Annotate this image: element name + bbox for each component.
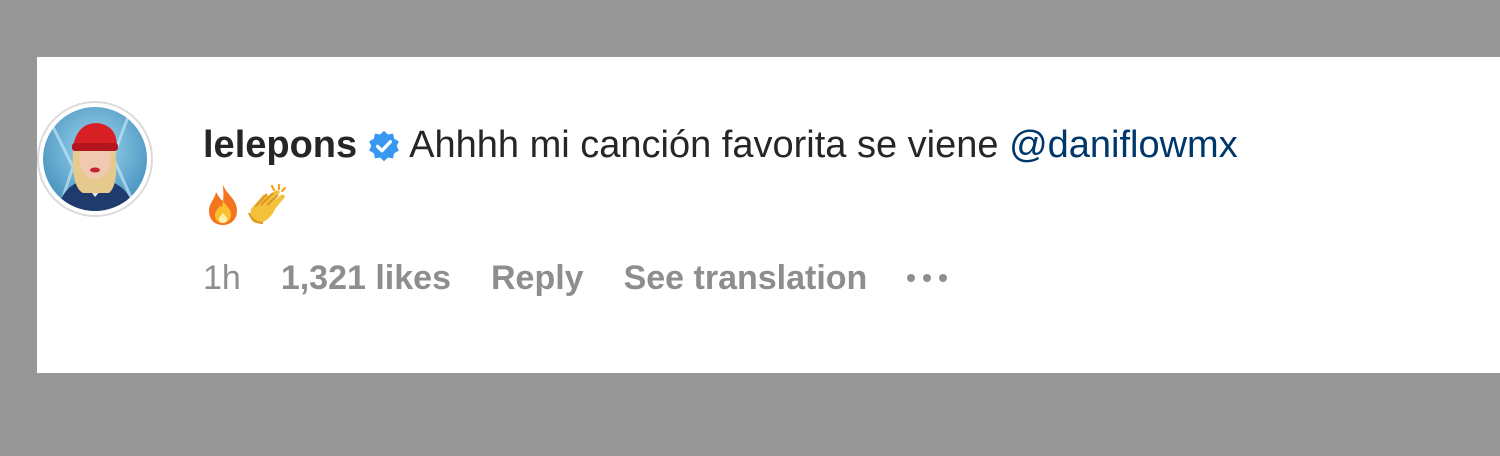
- more-options-icon[interactable]: [907, 274, 948, 282]
- comment-card: lelepons Ahhhh mi canción favorita se vi…: [37, 57, 1500, 373]
- more-dot-3: [939, 274, 948, 282]
- more-dot-2: [923, 274, 932, 282]
- comment-body: lelepons Ahhhh mi canción favorita se vi…: [203, 117, 1493, 243]
- profile-picture: [43, 107, 147, 211]
- comment-text: Ahhhh mi canción favorita se viene: [409, 124, 999, 166]
- avatar[interactable]: [37, 101, 153, 217]
- more-dot-1: [907, 274, 916, 282]
- mention-link[interactable]: @daniflowmx: [1009, 124, 1238, 166]
- comment-meta-row: 1h 1,321 likes Reply See translation: [203, 253, 948, 303]
- see-translation-button[interactable]: See translation: [624, 259, 868, 298]
- clapping-hands-emoji-icon: [245, 183, 291, 243]
- reply-button[interactable]: Reply: [491, 259, 584, 298]
- likes-count-button[interactable]: 1,321 likes: [281, 259, 451, 298]
- timestamp[interactable]: 1h: [203, 259, 241, 298]
- fire-emoji-icon: [203, 183, 243, 243]
- username-link[interactable]: lelepons: [203, 124, 357, 166]
- verified-badge-icon: [367, 123, 401, 179]
